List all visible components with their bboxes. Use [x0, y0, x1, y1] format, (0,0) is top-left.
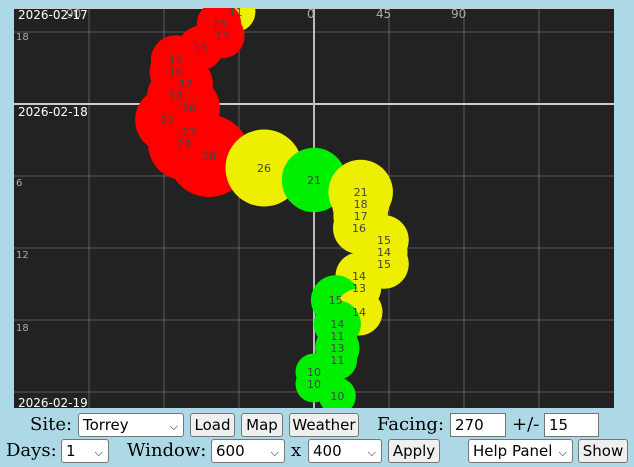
weather-button[interactable]: Weather: [289, 413, 359, 437]
hour-tick-label: 12: [16, 250, 29, 261]
window-height-value: 400: [313, 442, 342, 460]
wind-speed-label: 20: [182, 102, 196, 115]
days-label: Days:: [6, 440, 57, 461]
chevron-down-icon: ⌵: [270, 446, 279, 459]
wind-speed-label: 13: [215, 30, 229, 43]
help-panel-value: Help Panel: [473, 442, 553, 460]
date-label: 2026-02-19: [18, 396, 88, 408]
wind-speed-label: 11: [229, 8, 243, 19]
days-select-value: 1: [66, 442, 76, 460]
chevron-down-icon: ⌵: [94, 446, 103, 459]
chevron-down-icon: ⌵: [169, 420, 178, 433]
wind-speed-label: 21: [307, 174, 321, 187]
window-label: Window:: [127, 440, 207, 461]
wind-speed-label: 13: [194, 42, 208, 55]
wind-speed-label: 21: [160, 114, 174, 127]
site-select-value: Torrey: [83, 416, 129, 434]
wind-speed-label: 11: [330, 354, 344, 367]
wind-speed-label: 16: [352, 222, 366, 235]
site-label: Site:: [30, 414, 73, 435]
wind-speed-label: 13: [352, 282, 366, 295]
window-width-value: 600: [216, 442, 245, 460]
controls-row-2: Days: 1 ⌵ Window: 600 ⌵ x 400 ⌵ Apply He…: [0, 438, 634, 464]
facing-label: Facing:: [377, 414, 445, 435]
apply-button[interactable]: Apply: [388, 439, 440, 463]
window-height-select[interactable]: 400 ⌵: [308, 439, 382, 463]
tolerance-label: +/-: [512, 414, 540, 435]
facing-input[interactable]: 270: [450, 413, 506, 437]
wind-speed-label: 26: [257, 162, 271, 175]
load-button[interactable]: Load: [190, 413, 235, 437]
window-x-label: x: [291, 440, 302, 461]
controls-row-1: Site: Torrey ⌵ Load Map Weather Facing: …: [0, 412, 634, 438]
chevron-down-icon: ⌵: [367, 446, 376, 459]
direction-tick-label: 45: [376, 8, 391, 21]
wind-chart-svg: 90 0 45 90186121811131313151617182021232428…: [14, 8, 614, 408]
date-label: 2026-02-17: [18, 8, 88, 22]
window-width-select[interactable]: 600 ⌵: [211, 439, 285, 463]
help-panel-select[interactable]: Help Panel ⌵: [468, 439, 573, 463]
wind-speed-label: 15: [329, 294, 343, 307]
site-select[interactable]: Torrey ⌵: [78, 413, 184, 437]
tolerance-input[interactable]: 15: [544, 413, 599, 437]
wind-speed-label: 10: [330, 390, 344, 403]
wind-speed-label: 15: [377, 258, 391, 271]
days-select[interactable]: 1 ⌵: [61, 439, 109, 463]
date-label: 2026-02-18: [18, 105, 88, 119]
wind-speed-label: 28: [202, 150, 216, 163]
wind-speed-label: 24: [177, 138, 191, 151]
hour-tick-label: 18: [16, 323, 29, 334]
wind-speed-label: 10: [307, 378, 321, 391]
direction-tick-label: 90: [451, 8, 466, 21]
chevron-down-icon: ⌵: [558, 446, 567, 459]
direction-tick-label: 0: [307, 8, 315, 21]
map-button[interactable]: Map: [241, 413, 283, 437]
hour-tick-label: 6: [16, 178, 22, 189]
wind-plot: 90 0 45 90 18 6 12 18 11 13 13 13 15 16 17 18 20 21 23 24 28…: [14, 8, 614, 408]
hour-tick-label: 18: [16, 32, 29, 43]
show-button[interactable]: Show: [578, 439, 628, 463]
wind-speed-label: 14: [352, 306, 366, 319]
wind-speed-label: 18: [169, 90, 183, 103]
